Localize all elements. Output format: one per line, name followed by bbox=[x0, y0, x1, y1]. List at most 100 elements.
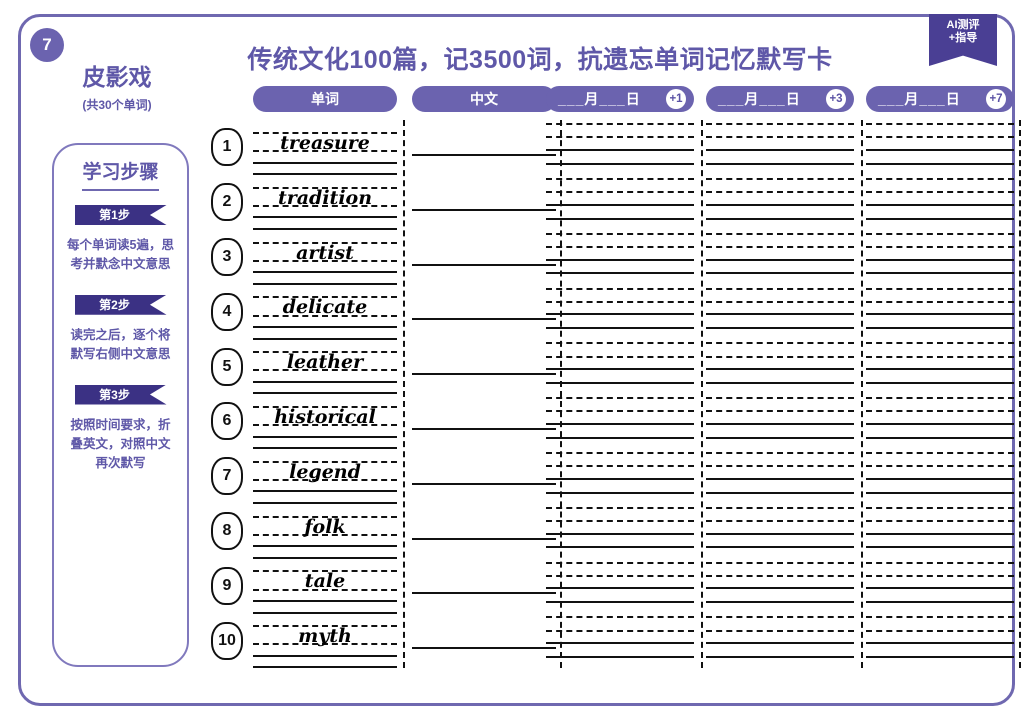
review-answer-cell[interactable] bbox=[706, 449, 854, 504]
four-line-guide-mid bbox=[706, 246, 854, 249]
review-answer-cell[interactable] bbox=[706, 504, 854, 559]
four-line-baseline bbox=[866, 149, 1014, 152]
word-cell: artist bbox=[253, 230, 397, 285]
four-line-baseline bbox=[253, 161, 397, 164]
step-text-3: 按照时间要求，折叠英文，对照中文再次默写 bbox=[70, 417, 171, 471]
row-number-cell: 1 bbox=[205, 120, 249, 175]
chinese-answer-cell[interactable] bbox=[412, 613, 556, 668]
four-line-guide-mid bbox=[866, 520, 1014, 523]
review-answer-cell[interactable] bbox=[866, 175, 1014, 230]
row-number-bubble: 3 bbox=[211, 237, 243, 276]
four-line-guide-mid bbox=[866, 191, 1014, 194]
four-line-guide-mid bbox=[866, 574, 1014, 577]
review-answer-cell[interactable] bbox=[706, 175, 854, 230]
ai-badge-line1: AI测评 bbox=[946, 19, 980, 31]
fold-line-right-edge bbox=[1019, 120, 1021, 668]
chinese-answer-cell[interactable] bbox=[412, 558, 556, 613]
review-answer-cell[interactable] bbox=[866, 339, 1014, 394]
writing-rule bbox=[412, 208, 556, 211]
fold-line-review3-review7 bbox=[861, 120, 863, 668]
review-answer-cell[interactable] bbox=[546, 394, 694, 449]
review-answer-cell[interactable] bbox=[866, 558, 1014, 613]
review-answer-cell[interactable] bbox=[706, 558, 854, 613]
four-line-guide-top bbox=[866, 561, 1014, 564]
review-answer-cell[interactable] bbox=[866, 449, 1014, 504]
four-line-descender bbox=[706, 601, 854, 604]
chinese-answer-cell[interactable] bbox=[412, 504, 556, 559]
review-answer-cell[interactable] bbox=[546, 449, 694, 504]
review-answer-cell[interactable] bbox=[546, 558, 694, 613]
review-answer-cell[interactable] bbox=[706, 394, 854, 449]
writing-rule bbox=[412, 427, 556, 430]
four-line-baseline bbox=[866, 368, 1014, 371]
review-column-1[interactable] bbox=[546, 120, 694, 668]
review-answer-cell[interactable] bbox=[546, 504, 694, 559]
four-line-guide-mid bbox=[866, 355, 1014, 358]
vocabulary-word: delicate bbox=[282, 296, 368, 319]
column-header-review-7: ___月___日 +7 bbox=[866, 86, 1014, 112]
column-header-review-3: ___月___日 +3 bbox=[706, 86, 854, 112]
four-line-descender bbox=[546, 601, 694, 604]
chinese-answer-cell[interactable] bbox=[412, 394, 556, 449]
review-answer-cell[interactable] bbox=[546, 175, 694, 230]
review-answer-cell[interactable] bbox=[546, 120, 694, 175]
chinese-answer-column[interactable] bbox=[412, 120, 556, 668]
row-number-bubble: 1 bbox=[211, 128, 243, 167]
review-answer-cell[interactable] bbox=[706, 120, 854, 175]
review-answer-cell[interactable] bbox=[866, 230, 1014, 285]
vocabulary-word: treasure bbox=[280, 132, 370, 155]
review-answer-cell[interactable] bbox=[706, 284, 854, 339]
review-answer-cell[interactable] bbox=[706, 230, 854, 285]
four-line-descender bbox=[706, 162, 854, 165]
vocabulary-table: 单词 中文 ___月___日 +1 ___月___日 +3 ___月___日 +… bbox=[205, 86, 1021, 669]
review-answer-cell[interactable] bbox=[866, 394, 1014, 449]
review-answer-cell[interactable] bbox=[546, 284, 694, 339]
review-answer-cell[interactable] bbox=[706, 613, 854, 668]
four-line-baseline bbox=[253, 271, 397, 274]
four-line-guide-mid bbox=[546, 191, 694, 194]
review-answer-cell[interactable] bbox=[706, 339, 854, 394]
chinese-answer-cell[interactable] bbox=[412, 449, 556, 504]
review-column-3[interactable] bbox=[706, 120, 854, 668]
four-line-guide-mid bbox=[866, 629, 1014, 632]
review-answer-cell[interactable] bbox=[866, 284, 1014, 339]
fold-line-review1-review3 bbox=[701, 120, 703, 668]
word-cell: historical bbox=[253, 394, 397, 450]
four-line-guide-top bbox=[866, 287, 1014, 290]
review-column-7[interactable] bbox=[866, 120, 1014, 668]
four-line-baseline bbox=[253, 326, 397, 329]
review-answer-cell[interactable] bbox=[546, 230, 694, 285]
four-line-descender bbox=[546, 655, 694, 658]
four-line-baseline bbox=[546, 203, 694, 206]
four-line-descender bbox=[546, 546, 694, 549]
four-line-guide-mid bbox=[546, 355, 694, 358]
writing-rule bbox=[412, 263, 556, 266]
word-cell: tale bbox=[253, 558, 397, 614]
four-line-baseline bbox=[546, 532, 694, 535]
four-line-guide-mid bbox=[866, 410, 1014, 413]
word-cell: folk bbox=[253, 504, 397, 559]
four-line-baseline bbox=[866, 258, 1014, 261]
four-line-guide-mid bbox=[546, 136, 694, 139]
chinese-answer-cell[interactable] bbox=[412, 175, 556, 230]
four-line-guide-top bbox=[706, 561, 854, 564]
review-answer-cell[interactable] bbox=[866, 504, 1014, 559]
row-number-cell: 8 bbox=[205, 504, 249, 559]
chinese-answer-cell[interactable] bbox=[412, 230, 556, 285]
review-answer-cell[interactable] bbox=[866, 120, 1014, 175]
chinese-answer-cell[interactable] bbox=[412, 339, 556, 394]
chinese-answer-cell[interactable] bbox=[412, 284, 556, 339]
row-number-bubble: 9 bbox=[211, 566, 243, 605]
four-line-baseline bbox=[253, 545, 397, 548]
row-number-column: 1 2 3 4 5 6 7 8 9 10 bbox=[205, 120, 249, 668]
four-line-guide-top bbox=[546, 342, 694, 345]
review-answer-cell[interactable] bbox=[546, 339, 694, 394]
four-line-descender bbox=[706, 272, 854, 275]
review-answer-cell[interactable] bbox=[546, 613, 694, 668]
review-3-date-label: ___月___日 bbox=[718, 91, 801, 107]
four-line-guide-mid bbox=[706, 136, 854, 139]
four-line-guide-top bbox=[706, 178, 854, 181]
chinese-answer-cell[interactable] bbox=[412, 120, 556, 175]
review-answer-cell[interactable] bbox=[866, 613, 1014, 668]
four-line-guide-top bbox=[546, 232, 694, 235]
